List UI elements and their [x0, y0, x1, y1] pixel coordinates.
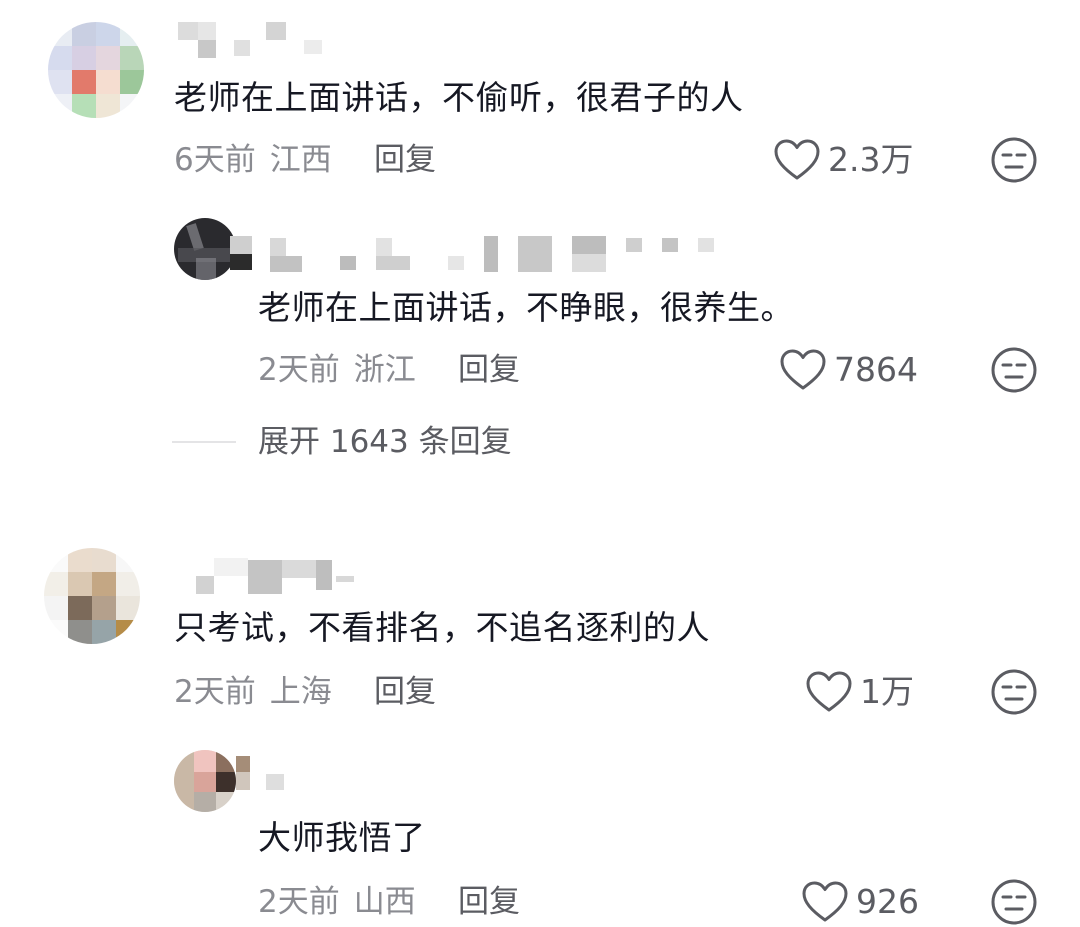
reply-button[interactable]: 回复 — [458, 350, 520, 390]
avatar[interactable] — [44, 548, 140, 644]
avatar[interactable] — [174, 750, 236, 812]
reply-button[interactable]: 回复 — [458, 882, 520, 922]
comment-meta: 2天前 上海 — [174, 672, 332, 712]
reply-time: 2天前 — [258, 352, 340, 388]
neutral-face-icon[interactable] — [990, 346, 1038, 394]
like-button[interactable]: 1万 — [806, 668, 914, 716]
expand-replies-label: 展开 1643 条回复 — [258, 424, 512, 460]
avatar[interactable] — [48, 22, 144, 118]
reply-text[interactable]: 老师在上面讲话，不睁眼，很养生。 — [258, 288, 794, 328]
comment-location: 上海 — [269, 674, 332, 710]
heart-outline-icon — [806, 671, 852, 713]
comment-text[interactable]: 只考试，不看排名，不追名逐利的人 — [174, 608, 710, 648]
comment-time: 6天前 — [174, 142, 256, 178]
reply-meta: 2天前 浙江 — [258, 350, 416, 390]
expand-replies-button[interactable]: 展开 1643 条回复 — [172, 422, 512, 462]
neutral-face-icon[interactable] — [990, 136, 1038, 184]
like-button[interactable]: 7864 — [780, 346, 918, 394]
like-button[interactable]: 2.3万 — [774, 136, 913, 184]
comment-meta: 6天前 江西 — [174, 140, 332, 180]
comment-time: 2天前 — [174, 674, 256, 710]
username-blurred[interactable] — [236, 756, 292, 796]
reply-meta: 2天前 山西 — [258, 882, 416, 922]
reply-time: 2天前 — [258, 884, 340, 920]
like-count: 1万 — [860, 672, 914, 711]
comment-text[interactable]: 老师在上面讲话，不偷听，很君子的人 — [174, 78, 744, 118]
divider-line — [172, 441, 236, 443]
avatar[interactable] — [174, 218, 236, 280]
comment-list: 老师在上面讲话，不偷听，很君子的人 6天前 江西 回复 2.3万 老师在上面讲话… — [0, 0, 1080, 927]
heart-outline-icon — [780, 349, 826, 391]
username-blurred[interactable] — [230, 234, 720, 274]
like-button[interactable]: 926 — [802, 878, 919, 926]
like-count: 7864 — [834, 350, 918, 389]
reply-text[interactable]: 大师我悟了 — [258, 818, 426, 858]
username-blurred[interactable] — [196, 558, 366, 598]
neutral-face-icon[interactable] — [990, 668, 1038, 716]
comment-location: 江西 — [269, 142, 332, 178]
like-count: 926 — [856, 882, 919, 921]
reply-button[interactable]: 回复 — [374, 672, 436, 712]
reply-location: 浙江 — [353, 352, 416, 388]
heart-outline-icon — [802, 881, 848, 923]
neutral-face-icon[interactable] — [990, 878, 1038, 926]
reply-button[interactable]: 回复 — [374, 140, 436, 180]
username-blurred[interactable] — [178, 20, 328, 60]
heart-outline-icon — [774, 139, 820, 181]
like-count: 2.3万 — [828, 140, 914, 179]
reply-location: 山西 — [353, 884, 416, 920]
